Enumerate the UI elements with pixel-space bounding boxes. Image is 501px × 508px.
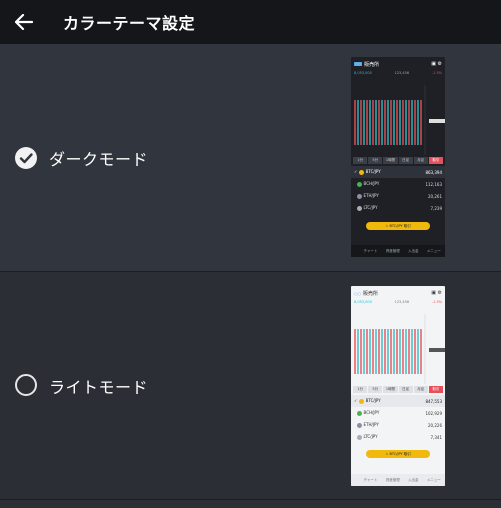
mini-chart	[351, 85, 445, 155]
mini-chart	[351, 314, 445, 384]
page-title: カラーテーマ設定	[63, 14, 196, 33]
light-mode-preview: ○○ 販売所 ▣ ⚙ 8,053,000 123,456 -1.5% 1分 5分 1…	[351, 286, 445, 486]
check-icon	[19, 153, 33, 164]
back-button[interactable]	[2, 0, 46, 44]
arrow-left-icon	[15, 14, 33, 30]
radio-checked-icon[interactable]	[15, 147, 37, 169]
theme-option-dark[interactable]: ダークモード ○○ 販売所 ▣ ⚙ 8,053,000 123,456 -1.5% …	[0, 44, 501, 271]
dark-mode-preview: ○○ 販売所 ▣ ⚙ 8,053,000 123,456 -1.5% 1分 5分 1…	[351, 57, 445, 257]
theme-option-light[interactable]: ライトモード ○○ 販売所 ▣ ⚙ 8,053,000 123,456 -1.5% …	[0, 272, 501, 499]
radio-unchecked-icon[interactable]	[15, 374, 37, 396]
theme-option-label: ライトモード	[49, 378, 149, 397]
theme-option-label: ダークモード	[49, 150, 149, 169]
app-header: カラーテーマ設定	[0, 0, 501, 44]
